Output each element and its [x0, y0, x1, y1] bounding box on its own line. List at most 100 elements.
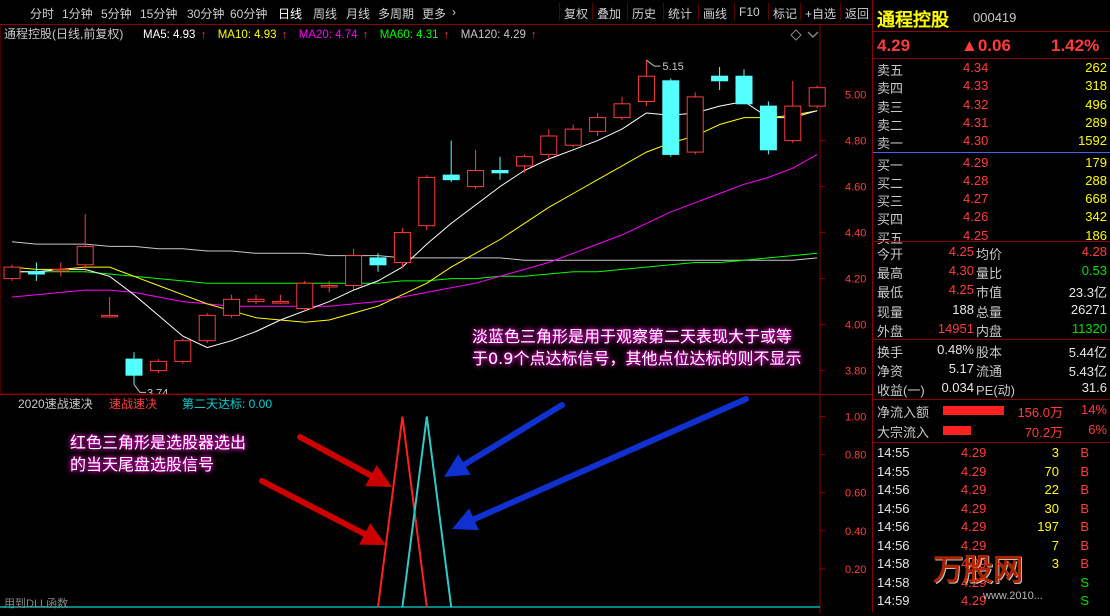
tick-time: 14:56: [877, 500, 910, 516]
tick-time: 14:59: [877, 593, 910, 608]
candle[interactable]: [198, 313, 216, 343]
tab-period-5[interactable]: 60分钟: [230, 5, 267, 22]
candle[interactable]: [296, 280, 314, 311]
tab-period-4[interactable]: 30分钟: [187, 5, 224, 22]
ma-legend-3: MA60: 4.31: [380, 29, 439, 41]
tick-volume: 197: [1037, 519, 1059, 534]
toolbar-divider: [840, 3, 841, 20]
order-row: 买一 4.29 179: [873, 154, 1110, 173]
candle[interactable]: [564, 124, 582, 148]
stat-value: 188: [952, 301, 974, 317]
arrow-shaft: [470, 396, 749, 523]
tick-time: 14:55: [877, 445, 910, 460]
ma20-line: [11, 153, 818, 307]
candle[interactable]: [784, 80, 802, 143]
chart-title: 通程控股(日线,前复权): [4, 26, 123, 41]
tab-period-7[interactable]: 周线: [313, 5, 337, 22]
candle[interactable]: [662, 78, 680, 157]
candle[interactable]: [174, 338, 192, 364]
tick-side: B: [1080, 537, 1089, 553]
order-volume: 179: [1085, 154, 1107, 170]
toolbar-action-3[interactable]: 统计: [668, 5, 692, 22]
toolbar-action-1[interactable]: 叠加: [597, 5, 621, 22]
candle[interactable]: [467, 149, 485, 189]
candle[interactable]: [101, 297, 119, 318]
candle[interactable]: [637, 60, 655, 107]
sub-y-tick-label: 0.60: [845, 488, 866, 500]
candle[interactable]: [52, 262, 70, 277]
tick-row[interactable]: 14:56 4.29 197 B: [873, 518, 1110, 537]
tick-row[interactable]: 14:56 4.29 22 B: [873, 481, 1110, 500]
candle[interactable]: [393, 228, 411, 268]
y-tick-label: 3.80: [845, 366, 866, 378]
tick-price: 4.29: [961, 500, 987, 516]
tab-period-9[interactable]: 多周期: [378, 5, 414, 22]
collapse-chevron-icon[interactable]: [807, 31, 819, 38]
low-label: 3.74: [147, 387, 168, 394]
tab-period-2[interactable]: 5分钟: [101, 5, 132, 22]
candle[interactable]: [149, 359, 167, 373]
tick-row[interactable]: 14:55 4.29 70 B: [873, 463, 1110, 482]
candle[interactable]: [442, 140, 460, 182]
tab-period-8[interactable]: 月线: [346, 5, 370, 22]
flow-value: 70.2万: [1024, 425, 1063, 440]
candle[interactable]: [320, 280, 338, 293]
order-level-label: 买三: [877, 194, 904, 210]
candle[interactable]: [491, 156, 509, 180]
candle[interactable]: [759, 101, 777, 155]
candle[interactable]: [540, 129, 558, 159]
candle[interactable]: [711, 67, 729, 90]
tick-row[interactable]: 14:55 4.29 3 B: [873, 444, 1110, 463]
chart-toolbar: 分时 1分钟 5分钟 15分钟 30分钟 60分钟 日线 周线 月线 多周期 更多 › 复权 叠加 历史 统计…: [0, 0, 872, 25]
candle-body: [613, 103, 631, 119]
candle[interactable]: [515, 154, 533, 173]
tab-period-6[interactable]: 日线: [278, 5, 302, 22]
indicator-chart-pane[interactable]: 1.00 0.80 0.60 0.40 0.20 2020速战速决 速战速决 第二天达标: 0…: [0, 394, 872, 613]
candle-body: [735, 75, 753, 105]
candle[interactable]: [418, 175, 436, 231]
toolbar-action-6[interactable]: 标记: [773, 5, 797, 22]
toolbar-action-4[interactable]: 画线: [703, 5, 727, 22]
toolbar-divider: [663, 3, 664, 20]
candle[interactable]: [589, 113, 607, 136]
tick-side: B: [1080, 556, 1089, 571]
order-level-label: 买一: [877, 157, 904, 173]
tab-period-1[interactable]: 1分钟: [62, 5, 93, 22]
order-row: 卖四 4.33 318: [873, 77, 1110, 96]
candle[interactable]: [76, 214, 94, 272]
candle[interactable]: [345, 248, 363, 291]
price-row: 4.29 ▲0.06 1.42%: [873, 35, 1110, 57]
ma-legend-0: MA5: 4.93: [143, 29, 195, 41]
toolbar-action-0[interactable]: 复权: [564, 5, 588, 22]
candle[interactable]: [3, 264, 21, 281]
diamond-icon[interactable]: [790, 29, 802, 41]
candle[interactable]: [613, 96, 631, 120]
toolbar-action-7[interactable]: +自选: [805, 5, 836, 22]
dll-footer: 用到DLL函数: [4, 597, 68, 610]
ma-legend-4: MA120: 4.29: [461, 29, 526, 41]
tab-period-10[interactable]: 更多: [422, 5, 446, 22]
candle[interactable]: [247, 294, 265, 304]
toolbar-action-5[interactable]: F10: [739, 5, 760, 19]
stat-label: 股本: [976, 345, 1003, 360]
flow-pct: 6%: [1088, 422, 1107, 437]
more-chevron-icon[interactable]: ›: [452, 5, 456, 19]
candle[interactable]: [223, 294, 241, 318]
candle[interactable]: [125, 352, 143, 385]
stat-value: 14951: [937, 320, 974, 336]
toolbar-action-8[interactable]: 返回: [845, 5, 869, 22]
tick-row[interactable]: 14:56 4.29 30 B: [873, 500, 1110, 519]
tab-period-3[interactable]: 15分钟: [140, 5, 177, 22]
candle[interactable]: [735, 69, 753, 105]
stat-value: 5.44亿: [1068, 345, 1107, 360]
tab-period-0[interactable]: 分时: [30, 5, 54, 22]
order-row: 卖一 4.30 1592: [873, 132, 1110, 151]
indicator-chart[interactable]: 1.00 0.80 0.60 0.40 0.20 2020速战速决 速战速决 第二天达标: 0…: [0, 395, 872, 613]
toolbar-action-2[interactable]: 历史: [632, 5, 656, 22]
stat-value: 0.034: [941, 380, 974, 396]
candle[interactable]: [271, 294, 289, 304]
candle[interactable]: [686, 92, 704, 155]
candle[interactable]: [808, 85, 826, 109]
stat-value: 11320: [1071, 320, 1107, 336]
candle[interactable]: [27, 262, 45, 281]
